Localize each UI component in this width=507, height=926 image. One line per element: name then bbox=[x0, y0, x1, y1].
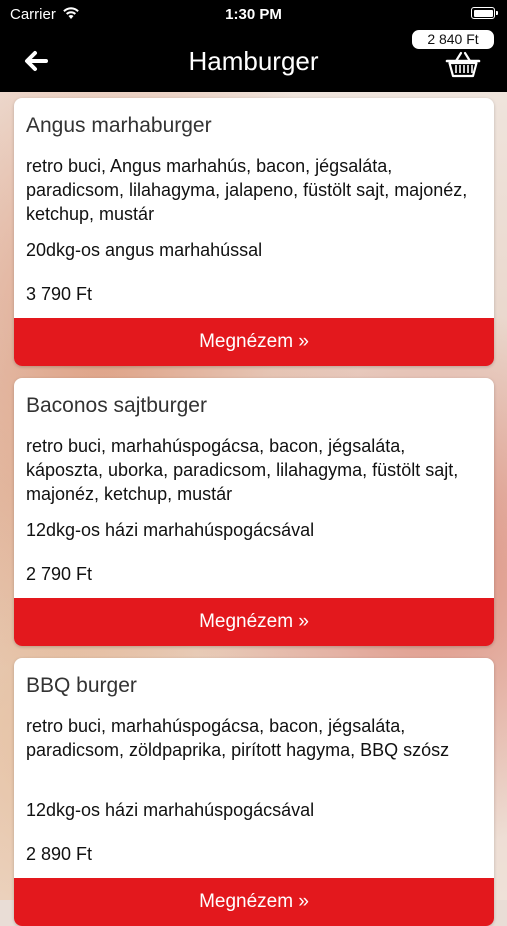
battery-icon bbox=[471, 7, 498, 19]
product-price: 3 790 Ft bbox=[26, 284, 93, 304]
product-name: BBQ burger bbox=[26, 674, 137, 697]
product-note: 12dkg-os házi marhahúspogácsával bbox=[26, 800, 315, 820]
product-description: retro buci, marhahúspogácsa, bacon, jégs… bbox=[26, 716, 450, 760]
product-note: 12dkg-os házi marhahúspogácsával bbox=[26, 520, 315, 540]
product-price: 2 890 Ft bbox=[26, 844, 93, 864]
view-product-button[interactable]: Megnézem » bbox=[14, 318, 494, 366]
product-card: BBQ burger retro buci, marhahúspogácsa, … bbox=[14, 658, 494, 926]
product-price: 2 790 Ft bbox=[26, 564, 93, 584]
product-note: 20dkg-os angus marhahússal bbox=[26, 240, 263, 260]
view-product-button[interactable]: Megnézem » bbox=[14, 598, 494, 646]
product-card: Angus marhaburger retro buci, Angus marh… bbox=[14, 98, 494, 366]
view-product-button[interactable]: Megnézem » bbox=[14, 878, 494, 926]
clock: 1:30 PM bbox=[225, 6, 282, 23]
nav-bar: Hamburger 2 840 Ft bbox=[0, 28, 507, 92]
cart-total-badge[interactable]: 2 840 Ft bbox=[411, 29, 495, 50]
page-title: Hamburger bbox=[188, 46, 319, 76]
product-description: retro buci, Angus marhahús, bacon, jégsa… bbox=[26, 156, 468, 224]
product-name: Baconos sajtburger bbox=[26, 394, 207, 417]
product-description: retro buci, marhahúspogácsa, bacon, jégs… bbox=[26, 436, 459, 504]
product-card: Baconos sajtburger retro buci, marhahúsp… bbox=[14, 378, 494, 646]
product-name: Angus marhaburger bbox=[26, 114, 212, 137]
basket-icon[interactable] bbox=[445, 50, 481, 78]
status-bar: Carrier 1:30 PM bbox=[0, 0, 507, 28]
